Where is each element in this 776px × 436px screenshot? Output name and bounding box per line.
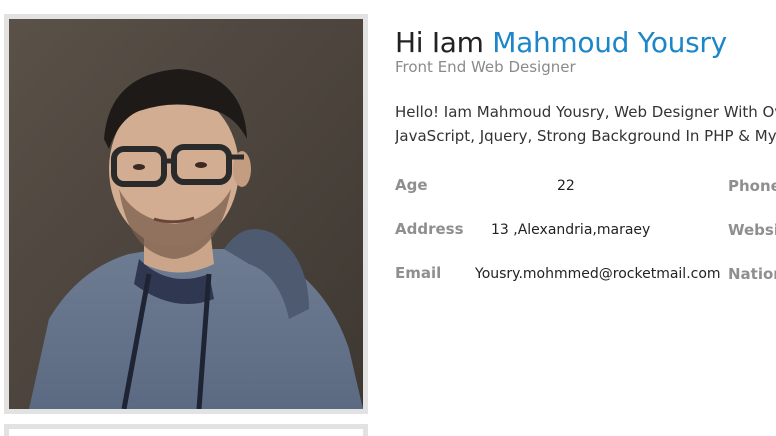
email-label: Email: [395, 264, 442, 282]
second-card-frame: [4, 424, 368, 436]
nationality-label-wrap: Nationality: [728, 264, 776, 283]
website-label: Website: [728, 221, 776, 239]
phone-label: Phone: [728, 177, 776, 195]
profile-photo: [9, 19, 363, 409]
greeting-heading: Hi Iam Mahmoud Yousry: [395, 26, 727, 60]
email-value: Yousry.mohmmed@rocketmail.com: [475, 266, 721, 282]
phone-label-wrap: Phone: [728, 176, 776, 195]
profile-name: Mahmoud Yousry: [492, 26, 727, 59]
nationality-label: Nationality: [728, 265, 776, 283]
greeting-text: Hi Iam: [395, 26, 484, 59]
age-value: 22: [557, 178, 575, 194]
address-label: Address: [395, 220, 464, 238]
bio-text: Hello! Iam Mahmoud Yousry, Web Designer …: [395, 100, 776, 148]
age-label: Age: [395, 176, 428, 194]
profile-photo-frame: [4, 14, 368, 414]
bio-line: Hello! Iam Mahmoud Yousry, Web Designer …: [395, 103, 776, 121]
address-value: 13 ,Alexandria,maraey: [491, 222, 651, 238]
bio-line: JavaScript, Jquery, Strong Background In…: [395, 127, 776, 145]
job-title: Front End Web Designer: [395, 58, 576, 76]
website-label-wrap: Website: [728, 220, 776, 239]
